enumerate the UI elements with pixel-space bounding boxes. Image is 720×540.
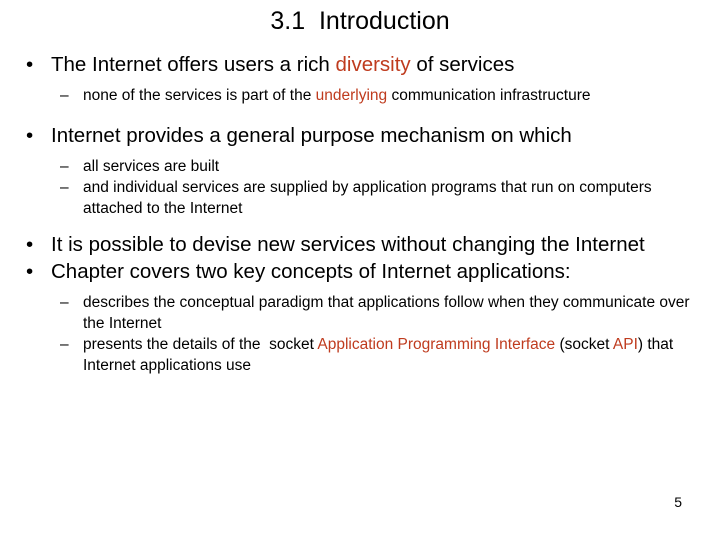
sub-bullet-text: describes the conceptual paradigm that a… — [83, 294, 694, 332]
bullet-text: It is possible to devise new services wi… — [51, 233, 645, 256]
sub-bullet-text-accent-api-short: API — [612, 336, 638, 353]
page-title: 3.1 Introduction — [270, 7, 450, 35]
sub-bullet-item: – all services are built — [18, 156, 712, 177]
sub-bullet-text-accent-api-full: Application Programming Interface — [317, 336, 556, 353]
bullet-item: • Chapter covers two key concepts of Int… — [18, 259, 712, 285]
sub-bullet-text: all services are built — [83, 158, 220, 175]
bullet-text: Chapter covers two key concepts of Inter… — [51, 260, 571, 283]
sub-bullet-item: – none of the services is part of the un… — [18, 85, 712, 106]
bullet-text-post: of services — [410, 53, 515, 76]
dash-glyph-icon: – — [60, 87, 69, 104]
bullet-text: Internet provides a general purpose mech… — [51, 124, 572, 147]
slide: 3.1 Introduction • The Internet offers u… — [0, 0, 720, 540]
slide-body: • The Internet offers users a rich diver… — [18, 52, 712, 376]
dash-glyph-icon: – — [60, 336, 69, 353]
dash-glyph-icon: – — [60, 294, 69, 311]
sub-bullet-text-mid: (socket — [555, 336, 613, 353]
sub-bullet-item: – describes the conceptual paradigm that… — [18, 292, 712, 334]
page-number: 5 — [674, 494, 682, 510]
bullet-item: • It is possible to devise new services … — [18, 232, 712, 258]
sub-bullet-item: – and individual services are supplied b… — [18, 177, 712, 219]
bullet-glyph-icon: • — [26, 124, 34, 147]
sub-bullet-text: and individual services are supplied by … — [83, 179, 656, 217]
sub-bullet-item: – presents the details of the socket App… — [18, 334, 712, 376]
bullet-item: • Internet provides a general purpose me… — [18, 123, 712, 149]
sub-bullet-text-accent: underlying — [315, 87, 388, 104]
bullet-glyph-icon: • — [26, 53, 34, 76]
sub-bullet-text-post: communication infrastructure — [387, 87, 591, 104]
bullet-glyph-icon: • — [26, 260, 34, 283]
dash-glyph-icon: – — [60, 179, 69, 196]
bullet-text-accent: diversity — [335, 53, 411, 76]
bullet-text-pre: The Internet offers users a rich — [51, 53, 336, 76]
sub-bullet-text-pre: none of the services is part of the — [83, 87, 316, 104]
bullet-glyph-icon: • — [26, 233, 34, 256]
bullet-item: • The Internet offers users a rich diver… — [18, 52, 712, 78]
sub-bullet-text-pre: presents the details of the socket — [83, 336, 318, 353]
dash-glyph-icon: – — [60, 158, 69, 175]
